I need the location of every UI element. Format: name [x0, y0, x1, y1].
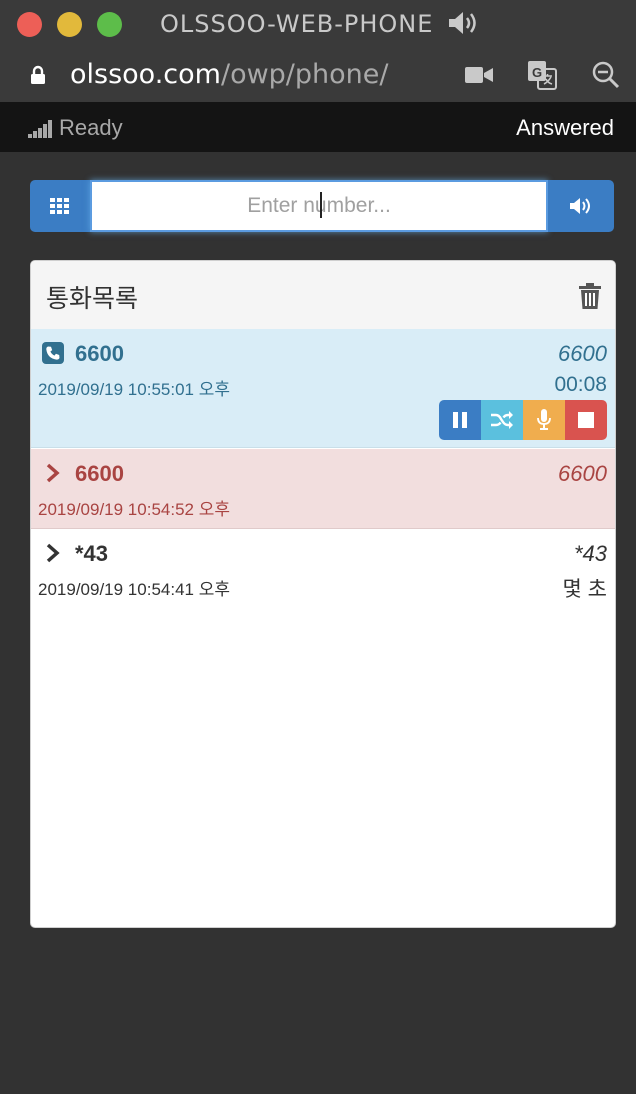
close-window-button[interactable] — [17, 12, 42, 37]
window-titlebar: OLSSOO-WEB-PHONE — [0, 0, 636, 49]
shuffle-icon — [491, 411, 513, 429]
svg-text:G: G — [532, 65, 542, 80]
panel-title: 통화목록 — [46, 284, 139, 313]
camera-icon[interactable] — [465, 66, 493, 84]
trash-icon[interactable] — [579, 283, 601, 309]
call-duration: 00:08 — [554, 373, 607, 396]
call-display-number: 6600 — [558, 341, 607, 366]
call-history-panel: 통화목록 6600 2019/09/19 10:55:01 오후 6600 00… — [30, 260, 616, 928]
zoom-out-icon[interactable] — [592, 61, 620, 89]
call-display-number: *43 — [573, 541, 607, 566]
hangup-button[interactable] — [565, 400, 607, 440]
volume-button[interactable] — [548, 180, 614, 232]
call-datetime: 2019/09/19 10:54:52 오후 — [38, 500, 230, 519]
address-bar[interactable]: olssoo.com/owp/phone/ G — [0, 48, 636, 102]
pause-icon — [453, 412, 467, 428]
mute-button[interactable] — [523, 400, 565, 440]
chevron-right-icon — [46, 543, 60, 563]
speaker-audio-icon[interactable] — [446, 8, 480, 38]
call-controls — [439, 400, 607, 440]
call-display-number: 6600 — [558, 461, 607, 486]
call-number: 6600 — [75, 461, 124, 486]
window-title: OLSSOO-WEB-PHONE — [160, 10, 434, 38]
call-datetime: 2019/09/19 10:55:01 오후 — [38, 380, 230, 399]
grid-icon — [50, 198, 69, 214]
chevron-right-icon — [46, 463, 60, 483]
hold-button[interactable] — [439, 400, 481, 440]
registration-status: Ready — [59, 115, 123, 140]
microphone-icon — [537, 409, 551, 430]
dial-input-group — [30, 180, 614, 232]
keypad-button[interactable] — [30, 180, 90, 232]
transfer-button[interactable] — [481, 400, 523, 440]
phone-status-bar: Ready Answered — [0, 102, 636, 152]
lock-icon — [31, 65, 45, 84]
stop-icon — [578, 412, 594, 428]
call-status: Answered — [516, 115, 614, 140]
url-text[interactable]: olssoo.com/owp/phone/ — [70, 59, 389, 90]
call-datetime: 2019/09/19 10:54:41 오후 — [38, 580, 230, 599]
phone-icon — [42, 342, 64, 364]
translate-icon[interactable]: G — [527, 60, 557, 90]
call-row-active[interactable]: 6600 2019/09/19 10:55:01 오후 6600 00:08 — [31, 329, 615, 448]
call-row-ended[interactable]: *43 2019/09/19 10:54:41 오후 *43 몇 초 — [31, 529, 615, 609]
call-duration: 몇 초 — [562, 578, 607, 601]
volume-up-icon — [570, 198, 590, 214]
maximize-window-button[interactable] — [97, 12, 122, 37]
call-number: 6600 — [75, 341, 124, 366]
panel-header: 통화목록 — [31, 261, 615, 330]
signal-strength-icon — [28, 120, 52, 138]
text-caret — [320, 192, 322, 218]
call-number: *43 — [75, 541, 109, 566]
number-input[interactable] — [90, 180, 548, 232]
minimize-window-button[interactable] — [57, 12, 82, 37]
call-row-missed[interactable]: 6600 2019/09/19 10:54:52 오후 6600 — [31, 449, 615, 529]
